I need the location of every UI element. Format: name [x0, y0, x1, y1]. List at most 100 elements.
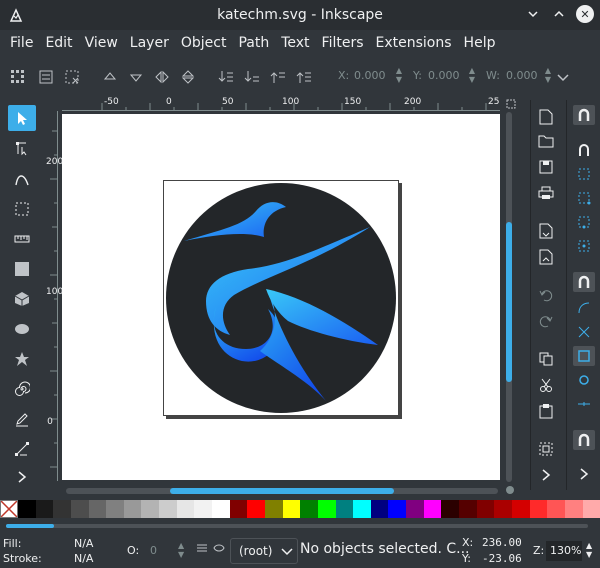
- palette-swatch[interactable]: [406, 500, 424, 518]
- redo-icon[interactable]: [537, 312, 555, 330]
- snap-toggle-icon[interactable]: [573, 105, 595, 125]
- star-tool[interactable]: [8, 346, 36, 372]
- palette-swatch[interactable]: [529, 500, 548, 518]
- vertical-scrollbar[interactable]: [506, 112, 512, 482]
- open-folder-icon[interactable]: [537, 132, 555, 150]
- x-spinner[interactable]: ▲ ▼: [394, 66, 404, 86]
- flip-horizontal-icon[interactable]: [154, 69, 170, 85]
- rectangle-tool[interactable]: [8, 256, 36, 282]
- minimize-button[interactable]: [524, 5, 542, 23]
- close-button[interactable]: ✕: [576, 5, 594, 23]
- layer-visibility-icon[interactable]: [196, 542, 208, 557]
- palette-swatch[interactable]: [441, 500, 460, 518]
- scrollbar-thumb[interactable]: [170, 488, 394, 494]
- palette-swatch[interactable]: [300, 500, 318, 518]
- palette-swatch[interactable]: [547, 500, 565, 518]
- more-commands-button[interactable]: [537, 466, 555, 484]
- lower-to-bottom-icon[interactable]: [218, 69, 234, 85]
- menu-filters[interactable]: Filters: [316, 30, 370, 57]
- snap-bbox-centers-icon[interactable]: [573, 236, 595, 256]
- menu-help[interactable]: Help: [458, 30, 502, 57]
- snap-bbox-edges-icon[interactable]: [573, 164, 595, 184]
- horizontal-scrollbar[interactable]: [66, 488, 498, 494]
- cut-icon[interactable]: [537, 376, 555, 394]
- ruler-corner-icon[interactable]: [504, 97, 518, 111]
- zoom-selection-icon[interactable]: [537, 440, 555, 458]
- snap-cusp-nodes-icon[interactable]: [573, 346, 595, 366]
- layer-lock-icon[interactable]: [213, 542, 225, 557]
- raise-icon[interactable]: [270, 69, 286, 85]
- palette-swatch[interactable]: [247, 500, 265, 518]
- palette-swatch[interactable]: [582, 500, 600, 518]
- palette-swatch[interactable]: [212, 500, 230, 518]
- palette-swatch[interactable]: [564, 500, 583, 518]
- horizontal-ruler[interactable]: -50 0 50 100 150 200 25: [62, 97, 500, 111]
- menu-object[interactable]: Object: [175, 30, 233, 57]
- palette-scrollbar[interactable]: [6, 524, 588, 528]
- menu-path[interactable]: Path: [232, 30, 275, 57]
- palette-swatch[interactable]: [317, 500, 336, 518]
- zoom-field[interactable]: 130%: [546, 541, 582, 561]
- snap-others-icon[interactable]: [573, 430, 595, 450]
- ellipse-tool[interactable]: [8, 316, 36, 342]
- y-field[interactable]: 0.000: [428, 69, 460, 82]
- palette-swatch[interactable]: [35, 500, 54, 518]
- paste-icon[interactable]: [537, 402, 555, 420]
- maximize-button[interactable]: [550, 5, 568, 23]
- palette-swatch[interactable]: [194, 500, 213, 518]
- new-document-icon[interactable]: [537, 108, 555, 126]
- menu-edit[interactable]: Edit: [39, 30, 78, 57]
- palette-swatch[interactable]: [18, 500, 36, 518]
- select-all-icon[interactable]: [10, 69, 26, 85]
- zoom-spinner[interactable]: ▲ ▼: [586, 541, 592, 559]
- menu-view[interactable]: View: [79, 30, 124, 57]
- rotate-ccw-icon[interactable]: [102, 69, 118, 85]
- y-spinner[interactable]: ▲ ▼: [467, 66, 477, 86]
- flip-vertical-icon[interactable]: [180, 69, 196, 85]
- lower-icon[interactable]: [244, 69, 260, 85]
- export-icon[interactable]: [537, 248, 555, 266]
- palette-swatch[interactable]: [335, 500, 354, 518]
- scrollbar-thumb[interactable]: [6, 524, 54, 528]
- palette-swatch[interactable]: [141, 500, 160, 518]
- x-field[interactable]: 0.000: [354, 69, 386, 82]
- zoom-tool[interactable]: [8, 196, 36, 222]
- document-page[interactable]: [163, 180, 399, 416]
- print-icon[interactable]: [537, 184, 555, 202]
- snap-intersections-icon[interactable]: [573, 322, 595, 342]
- palette-swatch[interactable]: [282, 500, 301, 518]
- snap-bbox-icon[interactable]: [573, 140, 595, 160]
- import-icon[interactable]: [537, 222, 555, 240]
- palette-swatch[interactable]: [176, 500, 195, 518]
- node-tool[interactable]: [8, 135, 36, 161]
- selector-tool[interactable]: [8, 105, 36, 131]
- fill-value[interactable]: N/A: [74, 537, 93, 550]
- pencil-tool[interactable]: [8, 406, 36, 432]
- palette-swatch[interactable]: [53, 500, 71, 518]
- save-icon[interactable]: [537, 158, 555, 176]
- palette-swatch[interactable]: [476, 500, 495, 518]
- snap-midpoints-icon[interactable]: [573, 394, 595, 414]
- snap-nodes-icon[interactable]: [573, 272, 595, 292]
- opacity-spinner[interactable]: ▲ ▼: [178, 541, 184, 559]
- w-spinner[interactable]: ▲ ▼: [543, 66, 553, 86]
- palette-swatch[interactable]: [106, 500, 124, 518]
- overflow-chevron-icon[interactable]: [555, 69, 571, 85]
- no-paint-swatch[interactable]: [0, 500, 18, 518]
- spiral-tool[interactable]: [8, 376, 36, 402]
- snap-bbox-corners-icon[interactable]: [573, 188, 595, 208]
- palette-swatch[interactable]: [123, 500, 142, 518]
- menu-text[interactable]: Text: [275, 30, 315, 57]
- undo-icon[interactable]: [537, 286, 555, 304]
- palette-swatch[interactable]: [511, 500, 530, 518]
- menu-extensions[interactable]: Extensions: [370, 30, 458, 57]
- stroke-value[interactable]: N/A: [74, 552, 93, 565]
- palette-swatch[interactable]: [264, 500, 283, 518]
- w-field[interactable]: 0.000: [506, 69, 538, 82]
- snap-paths-icon[interactable]: [573, 298, 595, 318]
- raise-to-top-icon[interactable]: [296, 69, 312, 85]
- tweak-tool[interactable]: [8, 166, 36, 192]
- rotate-cw-icon[interactable]: [128, 69, 144, 85]
- palette-swatch[interactable]: [494, 500, 512, 518]
- 3d-box-tool[interactable]: [8, 286, 36, 312]
